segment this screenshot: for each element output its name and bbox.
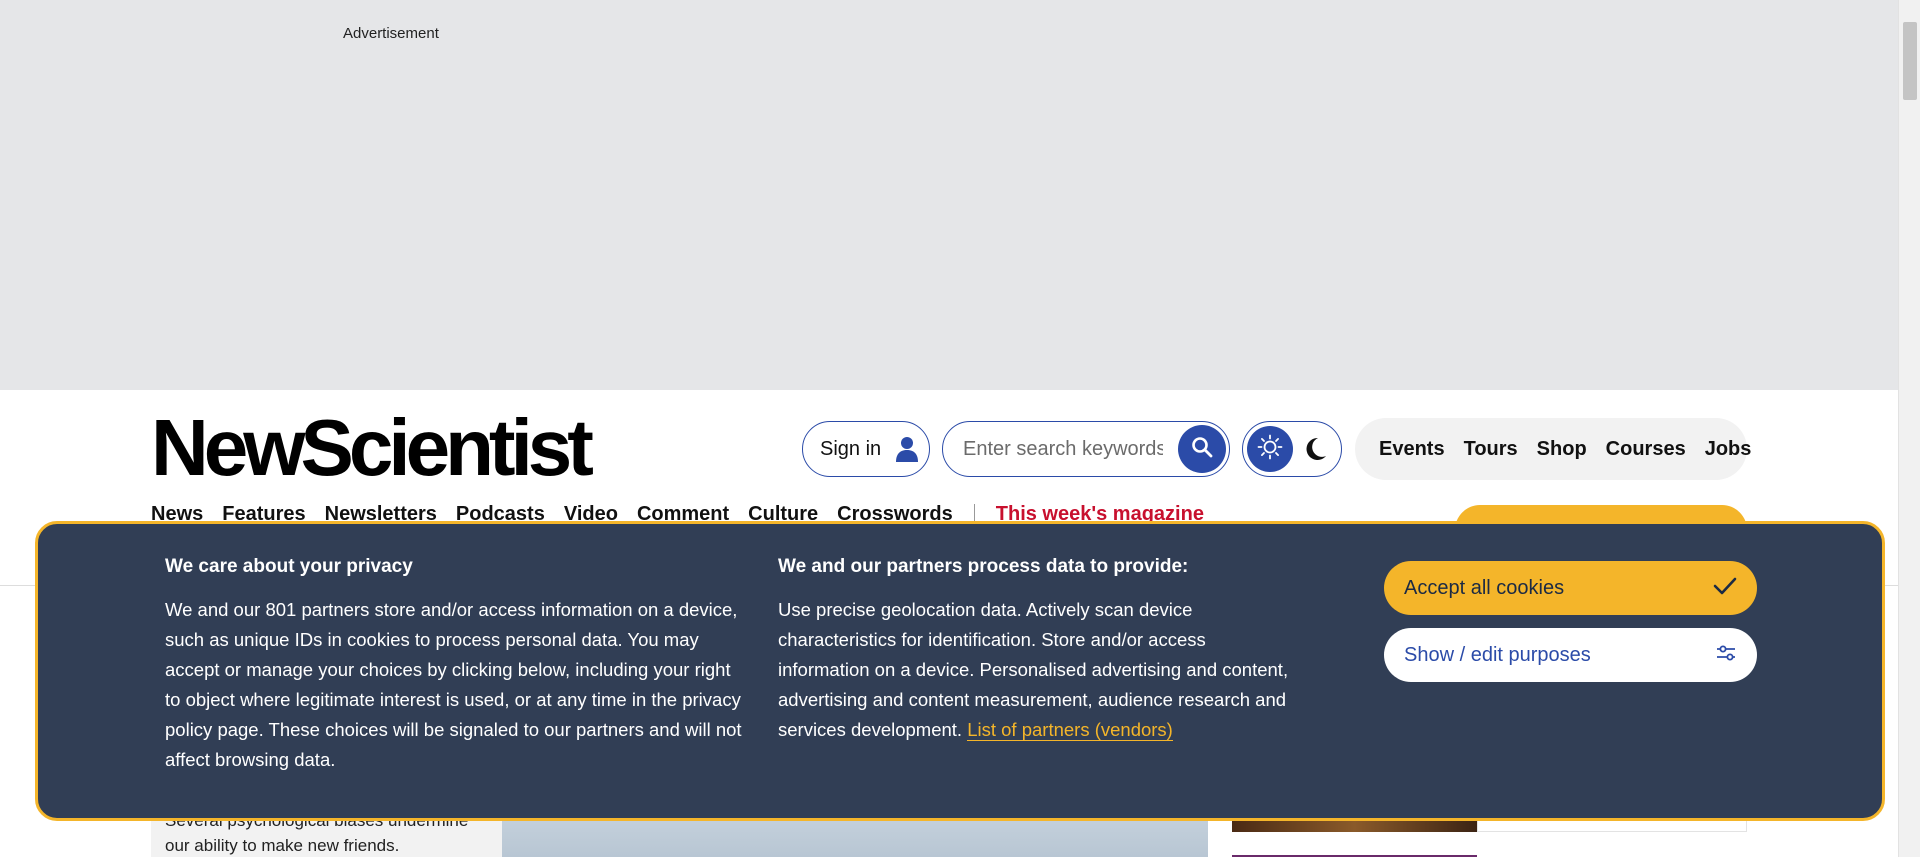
search-icon — [1191, 436, 1213, 463]
sign-in-label: Sign in — [820, 437, 882, 460]
search-input[interactable] — [963, 422, 1163, 476]
moon-icon[interactable] — [1303, 435, 1329, 468]
search-button[interactable] — [1178, 425, 1226, 473]
privacy-description: We and our 801 partners store and/or acc… — [165, 599, 742, 770]
sun-icon — [1257, 434, 1283, 465]
top-link-tours[interactable]: Tours — [1464, 438, 1518, 461]
light-mode-button[interactable] — [1247, 426, 1293, 472]
privacy-title: We care about your privacy — [165, 556, 413, 577]
purposes-description: Use precise geolocation data. Actively s… — [778, 595, 1298, 745]
partners-list-link[interactable]: List of partners (vendors) — [967, 719, 1173, 741]
top-link-courses[interactable]: Courses — [1606, 438, 1686, 461]
accept-all-cookies-label: Accept all cookies — [1404, 576, 1565, 599]
top-link-jobs[interactable]: Jobs — [1705, 438, 1752, 461]
scrollbar-thumb[interactable] — [1903, 22, 1917, 100]
top-link-shop[interactable]: Shop — [1537, 438, 1587, 461]
theme-toggle — [1242, 421, 1342, 477]
user-icon — [895, 436, 919, 462]
search-box — [942, 421, 1230, 477]
checkmark-icon — [1713, 576, 1737, 601]
purposes-title: We and our partners process data to prov… — [778, 556, 1189, 577]
show-edit-purposes-button[interactable]: Show / edit purposes — [1384, 628, 1757, 682]
top-link-events[interactable]: Events — [1379, 438, 1445, 461]
newscientist-logo[interactable]: NewScientist — [151, 408, 594, 488]
show-edit-purposes-label: Show / edit purposes — [1404, 643, 1591, 666]
sliders-icon — [1715, 644, 1737, 667]
accept-all-cookies-button[interactable]: Accept all cookies — [1384, 561, 1757, 615]
advertisement-label: Advertisement — [343, 25, 439, 42]
page-scrollbar[interactable] — [1898, 0, 1920, 857]
sign-in-button[interactable]: Sign in — [802, 421, 930, 477]
top-links: Events Tours Shop Courses Jobs — [1355, 418, 1751, 480]
privacy-banner: We care about your privacy We and our 80… — [35, 521, 1885, 821]
advertisement-area: Advertisement — [0, 0, 1898, 390]
